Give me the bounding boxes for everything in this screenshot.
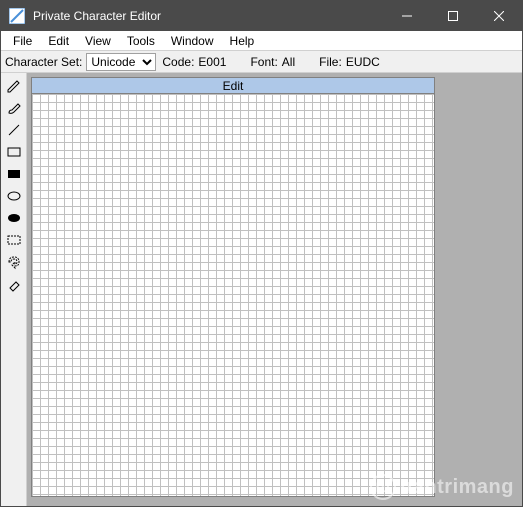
charset-select[interactable]: Unicode <box>86 53 156 71</box>
brush-tool[interactable] <box>1 97 27 119</box>
charset-label: Character Set: <box>5 55 82 69</box>
edit-header: Edit <box>32 78 434 94</box>
titlebar: Private Character Editor <box>1 1 522 31</box>
toolbox <box>1 73 27 506</box>
client-area: Edit Ш uantrimang <box>1 73 522 506</box>
canvas-area: Edit Ш uantrimang <box>27 73 522 506</box>
line-tool[interactable] <box>1 119 27 141</box>
infobar: Character Set: Unicode Code: E001 Font: … <box>1 51 522 73</box>
rectangle-tool[interactable] <box>1 141 27 163</box>
pencil-tool[interactable] <box>1 75 27 97</box>
minimize-button[interactable] <box>384 1 430 31</box>
file-label: File: <box>319 55 342 69</box>
font-value: All <box>282 55 295 69</box>
ellipse-tool[interactable] <box>1 185 27 207</box>
code-value: E001 <box>198 55 226 69</box>
menubar: File Edit View Tools Window Help <box>1 31 522 51</box>
window-controls <box>384 1 522 31</box>
menu-help[interactable]: Help <box>222 32 263 50</box>
menu-tools[interactable]: Tools <box>119 32 163 50</box>
freeform-select-tool[interactable] <box>1 251 27 273</box>
file-value: EUDC <box>346 55 380 69</box>
menu-view[interactable]: View <box>77 32 119 50</box>
eraser-tool[interactable] <box>1 273 27 295</box>
edit-frame: Edit <box>31 77 435 497</box>
maximize-button[interactable] <box>430 1 476 31</box>
menu-window[interactable]: Window <box>163 32 222 50</box>
menu-file[interactable]: File <box>5 32 40 50</box>
window-title: Private Character Editor <box>33 9 384 23</box>
code-label: Code: <box>162 55 194 69</box>
app-window: Private Character Editor File Edit View … <box>0 0 523 507</box>
menu-edit[interactable]: Edit <box>40 32 77 50</box>
filled-rectangle-tool[interactable] <box>1 163 27 185</box>
app-icon <box>9 8 25 24</box>
rect-select-tool[interactable] <box>1 229 27 251</box>
filled-ellipse-tool[interactable] <box>1 207 27 229</box>
font-label: Font: <box>250 55 277 69</box>
close-button[interactable] <box>476 1 522 31</box>
edit-grid[interactable] <box>32 94 434 496</box>
